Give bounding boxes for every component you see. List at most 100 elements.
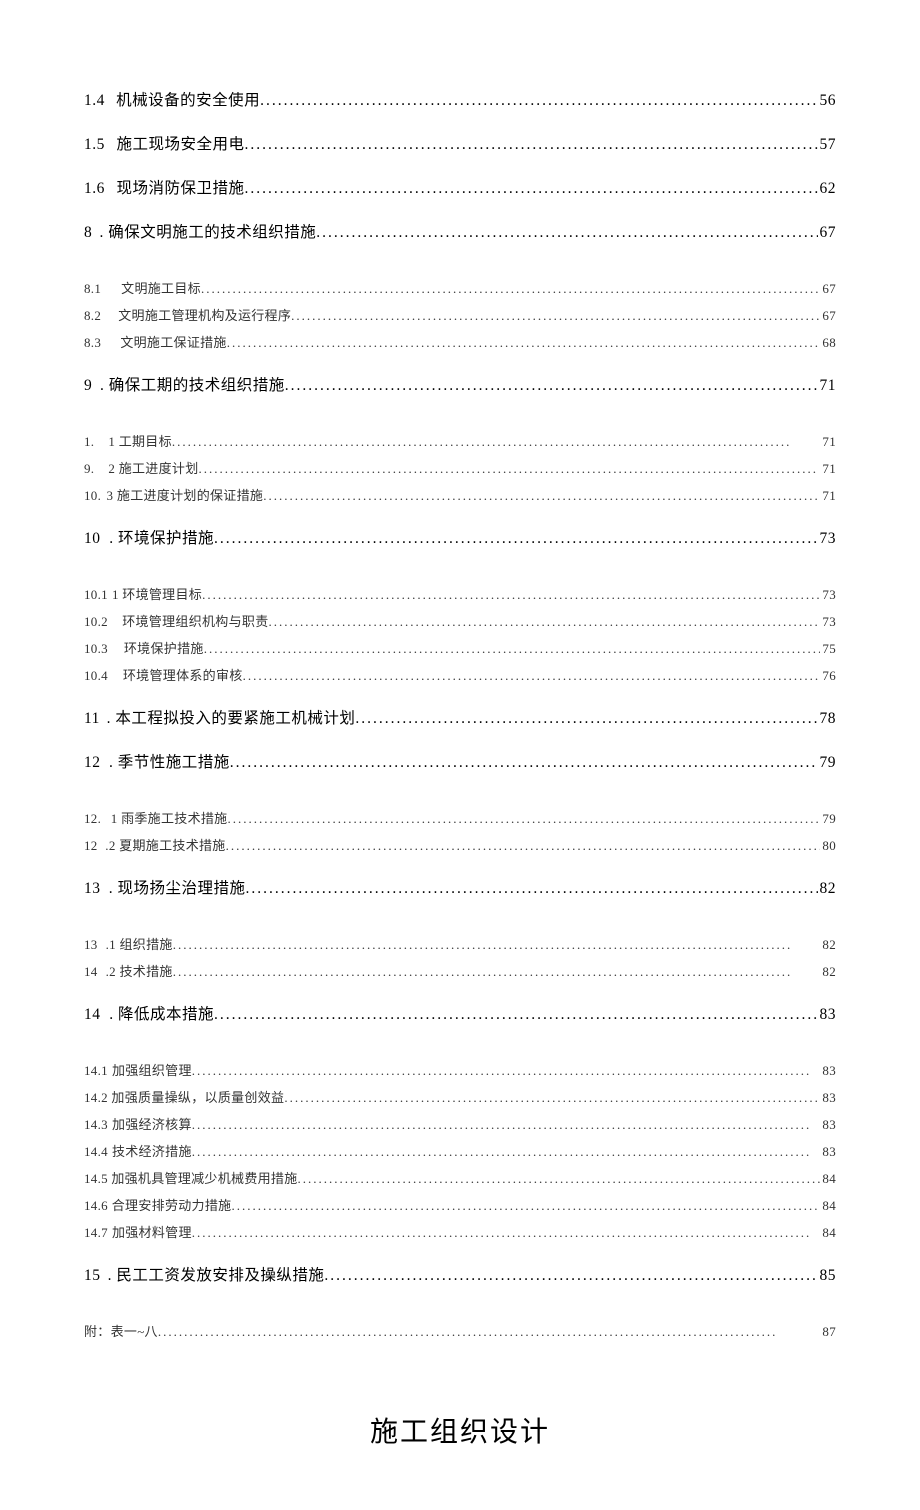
toc-leader-dots: ........................................…: [244, 180, 817, 198]
toc-entry-title: 1 雨季施工技术措施: [111, 808, 228, 827]
toc-leader-dots: ........................................…: [192, 1144, 821, 1160]
toc-leader-dots: ........................................…: [192, 1117, 821, 1133]
toc-entry-number: 14.7: [84, 1225, 108, 1241]
toc-entry-number: 14.2: [84, 1090, 108, 1106]
toc-entry-page: 82: [820, 964, 836, 980]
toc-entry-number: 12: [84, 838, 98, 854]
toc-entry: 1.1 工期目标 ...............................…: [84, 431, 836, 450]
toc-entry-page: 73: [818, 530, 837, 548]
toc-entry-title: . 本工程拟投入的要紧施工机械计划: [107, 706, 356, 728]
toc-entry-title: 加强质量操纵，以质量创效益: [111, 1087, 284, 1106]
toc-entry-title: 文明施工管理机构及运行程序: [118, 305, 291, 324]
toc-gap: [84, 988, 836, 1002]
toc-entry-title: 现场消防保卫措施: [116, 176, 244, 198]
toc-entry-title: . 现场扬尘治理措施: [109, 876, 246, 898]
toc-leader-dots: ........................................…: [243, 668, 821, 684]
toc-entry-title: .2 技术措施: [106, 961, 173, 980]
main-heading: 施工组织设计: [84, 1410, 836, 1450]
toc-entry-number: 10.3: [84, 641, 108, 657]
toc-leader-dots: ........................................…: [227, 335, 821, 351]
toc-entry: 14.6合理安排劳动力措施 ..........................…: [84, 1195, 836, 1214]
toc-entry-number: 1.5: [84, 136, 105, 154]
toc-entry-page: 71: [820, 488, 836, 504]
toc-entry: 10.3环境保护措施 .............................…: [84, 638, 836, 657]
toc-entry-page: 84: [820, 1225, 836, 1241]
toc-entry-title: 技术经济措施: [112, 1141, 192, 1160]
toc-entry-title: . 环境保护措施: [109, 526, 214, 548]
toc-entry-number: 10.4: [84, 668, 108, 684]
toc-entry-page: 56: [818, 92, 837, 110]
toc-leader-dots: ........................................…: [158, 1324, 821, 1340]
toc-entry-page: 78: [818, 710, 837, 728]
toc-entry-title: . 确保工期的技术组织措施: [100, 373, 285, 395]
toc-entry: 13.1 组织措施...............................…: [84, 934, 836, 953]
toc-entry-page: 79: [818, 754, 837, 772]
toc-leader-dots: ........................................…: [226, 838, 821, 854]
toc-entry-title: . 确保文明施工的技术组织措施: [99, 220, 316, 242]
toc-leader-dots: ........................................…: [285, 377, 818, 395]
toc-entry-title: . 降低成本措施: [109, 1002, 214, 1024]
toc-entry-page: 76: [820, 668, 836, 684]
toc-entry-page: 68: [820, 335, 836, 351]
toc-entry-title: 1 工期目标: [108, 431, 172, 450]
toc-gap: [84, 1307, 836, 1321]
toc-entry-title: 加强经济核算: [112, 1114, 192, 1133]
toc-leader-dots: ........................................…: [214, 530, 818, 548]
toc-entry-title: .1 组织措施: [106, 934, 173, 953]
toc-gap: [84, 794, 836, 808]
toc-leader-dots: ........................................…: [355, 710, 817, 728]
toc-entry: 14 . 降低成本措施..............................…: [84, 1002, 836, 1024]
toc-entry-number: 8.1: [84, 281, 101, 297]
toc-entry-page: 84: [820, 1171, 836, 1187]
toc-entry: 14.3加强经济核算 .............................…: [84, 1114, 836, 1133]
toc-leader-dots: ........................................…: [173, 937, 821, 953]
toc-gap: [84, 417, 836, 431]
toc-entry: 8.1文明施工目标 ..............................…: [84, 278, 836, 297]
toc-leader-dots: ........................................…: [214, 1006, 818, 1024]
toc-gap: [84, 264, 836, 278]
toc-entry-title: 环境管理体系的审核: [123, 665, 243, 684]
toc-entry-title: 加强机具管理减少机械费用措施: [111, 1168, 297, 1187]
toc-entry-number: 14.4: [84, 1144, 108, 1160]
toc-entry: 10 . 环境保护措施..............................…: [84, 526, 836, 548]
toc-entry: 附：表一~八 .................................…: [84, 1321, 836, 1340]
toc-entry-number: 8: [84, 224, 92, 242]
toc-entry-page: 73: [820, 587, 836, 603]
toc-entry-number: 8.3: [84, 335, 101, 351]
toc-entry-page: 62: [818, 180, 837, 198]
toc-entry: 8.3文明施工保证措施 ............................…: [84, 332, 836, 351]
toc-entry-title: 施工现场安全用电: [116, 132, 244, 154]
toc-leader-dots: ........................................…: [244, 136, 817, 154]
toc-entry-number: 15: [84, 1267, 101, 1285]
toc-entry-number: 14.3: [84, 1117, 108, 1133]
toc-entry: 14.1加强组织管理 .............................…: [84, 1060, 836, 1079]
toc-entry-number: 14.5: [84, 1171, 108, 1187]
toc-entry-page: 84: [820, 1198, 836, 1214]
toc-leader-dots: ........................................…: [263, 488, 820, 504]
toc-entry: 14.5加强机具管理减少机械费用措施 .....................…: [84, 1168, 836, 1187]
toc-entry: 1.6现场消防保卫措施 ............................…: [84, 176, 836, 198]
toc-entry-page: 83: [820, 1090, 836, 1106]
toc-entry-number: 14: [84, 1006, 101, 1024]
toc-leader-dots: ........................................…: [298, 1171, 821, 1187]
toc-entry: 10.2环境管理组织机构与职责 ........................…: [84, 611, 836, 630]
toc-entry-page: 83: [820, 1063, 836, 1079]
toc-entry-title: 3 施工进度计划的保证措施: [107, 485, 264, 504]
toc-entry-page: 57: [818, 136, 837, 154]
toc-entry-number: 1.4: [84, 92, 105, 110]
toc-entry: 9 . 确保工期的技术组织措施..........................…: [84, 373, 836, 395]
toc-entry-number: 10: [84, 530, 101, 548]
toc-entry-number: 12: [84, 754, 101, 772]
toc-entry: 15. 民工工资发放安排及操纵措施.......................…: [84, 1263, 836, 1285]
toc-entry-number: 8.2: [84, 308, 101, 324]
toc-entry-title: 加强材料管理: [112, 1222, 192, 1241]
toc-entry: 11. 本工程拟投入的要紧施工机械计划.....................…: [84, 706, 836, 728]
toc-leader-dots: ........................................…: [260, 92, 817, 110]
toc-entry-number: 12.: [84, 811, 101, 827]
toc-entry-number: 9: [84, 377, 92, 395]
toc-gap: [84, 862, 836, 876]
toc-entry-number: 10.: [84, 488, 101, 504]
toc-entry-title: 加强组织管理: [112, 1060, 192, 1079]
toc-entry-page: 71: [818, 377, 837, 395]
toc-entry-title: 附：表一~八: [84, 1321, 158, 1340]
